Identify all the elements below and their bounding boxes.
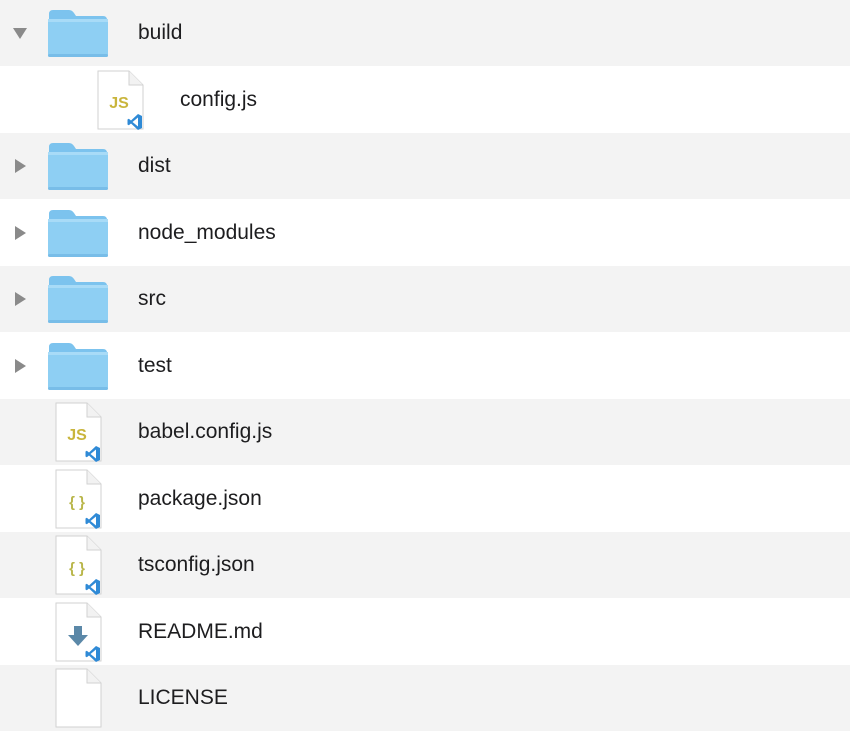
- javascript-file-icon: JS: [55, 399, 107, 465]
- folder-icon: [47, 333, 109, 399]
- svg-text:JS: JS: [109, 95, 129, 112]
- disclosure-triangle-collapsed-icon[interactable]: [8, 200, 32, 266]
- file-row[interactable]: JS babel.config.js: [0, 399, 850, 465]
- markdown-file-icon: [55, 599, 107, 665]
- json-file-icon: { }: [55, 466, 107, 532]
- file-name: package.json: [138, 487, 262, 510]
- file-row[interactable]: { } tsconfig.json: [0, 532, 850, 598]
- file-list: build JS config.js dist node_modules src…: [0, 0, 858, 732]
- file-row[interactable]: JS config.js: [0, 67, 850, 133]
- file-name: README.md: [138, 620, 263, 643]
- folder-name: src: [138, 287, 166, 310]
- file-row[interactable]: LICENSE: [0, 665, 850, 731]
- disclosure-triangle-collapsed-icon[interactable]: [8, 266, 32, 332]
- file-name: LICENSE: [138, 686, 228, 709]
- javascript-file-icon: JS: [97, 67, 149, 133]
- disclosure-triangle-expanded-icon[interactable]: [8, 0, 32, 66]
- svg-text:JS: JS: [67, 427, 87, 444]
- folder-name: test: [138, 354, 172, 377]
- folder-row[interactable]: node_modules: [0, 200, 850, 266]
- document-icon: [55, 665, 107, 731]
- folder-name: node_modules: [138, 221, 276, 244]
- file-name: babel.config.js: [138, 420, 273, 443]
- folder-row[interactable]: dist: [0, 133, 850, 199]
- file-row[interactable]: { } package.json: [0, 466, 850, 532]
- folder-icon: [47, 266, 109, 332]
- folder-row[interactable]: src: [0, 266, 850, 332]
- disclosure-triangle-collapsed-icon[interactable]: [8, 333, 32, 399]
- file-row[interactable]: README.md: [0, 599, 850, 665]
- svg-text:{ }: { }: [69, 560, 85, 577]
- svg-text:{ }: { }: [69, 494, 85, 511]
- folder-icon: [47, 200, 109, 266]
- json-file-icon: { }: [55, 532, 107, 598]
- folder-name: build: [138, 21, 183, 44]
- disclosure-triangle-collapsed-icon[interactable]: [8, 133, 32, 199]
- folder-icon: [47, 133, 109, 199]
- file-name: tsconfig.json: [138, 553, 255, 576]
- folder-icon: [47, 0, 109, 66]
- file-name: config.js: [180, 88, 258, 111]
- folder-row[interactable]: build: [0, 0, 850, 66]
- folder-row[interactable]: test: [0, 333, 850, 399]
- folder-name: dist: [138, 154, 171, 177]
